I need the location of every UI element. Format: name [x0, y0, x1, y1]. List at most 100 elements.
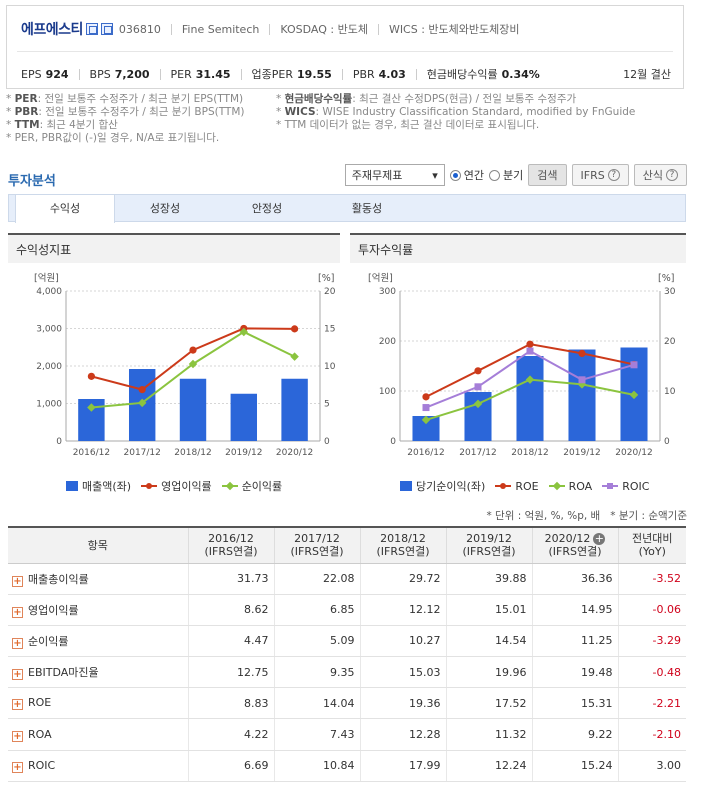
value-cell: 15.03	[359, 656, 446, 689]
legend-item-op-margin[interactable]: 영업이익률	[141, 478, 212, 494]
table-row: + 순이익률 4.47 5.09 10.27 14.54 11.25 -3.29	[8, 625, 686, 658]
unit-note: * 단위 : 억원, %, %p, 배 * 분기 : 순액기준	[486, 510, 687, 522]
right-tick-label: 5	[324, 400, 330, 410]
home-icon[interactable]	[85, 23, 98, 35]
profitability-chart: [억원] [%] 0 1,000 2,000 3,000 4,000 0 5 10 15 20 2016…	[34, 272, 336, 458]
tab-growth[interactable]: 성장성	[115, 195, 215, 222]
value-cell: 19.48	[531, 656, 618, 689]
x-tick-label: 2018/12	[174, 448, 211, 458]
right-tick-label: 20	[664, 337, 676, 347]
value-cell: 10.84	[273, 750, 360, 782]
building-icon[interactable]	[100, 23, 113, 35]
table-row: + ROA 4.22 7.43 12.28 11.32 9.22 -2.10	[8, 718, 686, 751]
value-cell: 3.00	[617, 750, 686, 782]
line-point	[290, 352, 299, 361]
expand-row-icon[interactable]: +	[12, 575, 23, 587]
x-tick-label: 2016/12	[73, 448, 110, 458]
radio-annual[interactable]: 연간	[449, 167, 485, 183]
bar	[179, 378, 207, 441]
expand-row-icon[interactable]: +	[12, 637, 23, 649]
bar	[281, 378, 308, 441]
divider	[170, 23, 172, 35]
expand-row-icon[interactable]: +	[12, 730, 23, 742]
expand-row-icon[interactable]: +	[12, 669, 23, 681]
table-row: + ROE 8.83 14.04 19.36 17.52 15.31 -2.21	[8, 687, 686, 720]
row-label: 매출총이익률	[28, 572, 89, 586]
line-point	[138, 386, 146, 394]
row-label-cell[interactable]: + ROIC	[8, 750, 188, 782]
note-line: * PER: 전일 보통주 수정주가 / 최근 분기 EPS(TTM)	[6, 93, 244, 105]
line-point	[291, 325, 299, 333]
right-tick-label: 10	[324, 362, 336, 372]
right-axis-unit: [%]	[318, 273, 334, 284]
x-tick-label: 2019/12	[563, 448, 600, 458]
ifrs-help-button[interactable]: IFRS?	[571, 164, 629, 186]
value-cell: 6.85	[273, 594, 360, 626]
row-label-cell[interactable]: + 순이익률	[8, 625, 188, 658]
value-cell: 19.36	[359, 687, 446, 720]
left-tick-label: 0	[390, 437, 396, 447]
value-cell: 17.52	[445, 687, 532, 720]
table-row: + 매출총이익률 31.73 22.08 29.72 39.88 36.36 -3.52	[8, 563, 686, 595]
metric-value: 0.34%	[501, 67, 540, 81]
expand-row-icon[interactable]: +	[12, 606, 23, 618]
legend-item-net-margin[interactable]: 순이익률	[221, 478, 282, 494]
formula-help-button[interactable]: 산식?	[633, 164, 687, 186]
table-row: + 영업이익률 8.62 6.85 12.12 15.01 14.95 -0.06	[8, 594, 686, 626]
legend-item-roa[interactable]: ROA	[548, 480, 592, 493]
profitability-table: 항목 2016/12 (IFRS연결) 2017/12 (IFRS연결) 2018/…	[8, 526, 686, 782]
panel-title: 투자수익률	[350, 233, 686, 263]
expand-row-icon[interactable]: +	[12, 761, 23, 773]
left-tick-label: 200	[379, 337, 396, 347]
value-cell: 14.04	[273, 687, 360, 720]
row-label-cell[interactable]: + 매출총이익률	[8, 563, 188, 595]
tab-activity[interactable]: 활동성	[317, 195, 417, 222]
line-point	[526, 340, 534, 348]
button-label: 산식	[642, 169, 663, 182]
radio-label: 연간	[463, 169, 485, 182]
table-header-row: 항목 2016/12 (IFRS연결) 2017/12 (IFRS연결) 2018/…	[8, 526, 686, 564]
statement-select[interactable]: 주재무제표 ▾	[344, 164, 445, 186]
metric-value: 4.03	[378, 67, 406, 81]
legend-item-roic[interactable]: ROIC	[602, 480, 649, 493]
right-tick-label: 30	[664, 287, 676, 297]
tab-stability[interactable]: 안정성	[217, 195, 317, 222]
value-cell: 12.12	[359, 594, 446, 626]
note-line: * TTM: 최근 4분기 합산	[6, 119, 118, 131]
value-cell: 15.01	[445, 594, 532, 626]
legend-item-sales[interactable]: 매출액(좌)	[66, 478, 131, 494]
metric-label: BPS	[89, 67, 111, 81]
value-cell: -0.06	[617, 594, 686, 626]
expand-row-icon[interactable]: +	[12, 699, 23, 711]
chevron-down-icon: ▾	[432, 168, 438, 182]
value-cell: 6.69	[187, 750, 274, 782]
value-cell: 7.43	[273, 718, 360, 751]
tab-profitability[interactable]: 수익성	[15, 194, 115, 223]
value-cell: 9.35	[273, 656, 360, 689]
row-label-cell[interactable]: + ROA	[8, 718, 188, 751]
row-label-cell[interactable]: + 영업이익률	[8, 594, 188, 626]
row-label-cell[interactable]: + ROE	[8, 687, 188, 720]
right-tick-label: 0	[664, 437, 670, 447]
wics-info: WICS : 반도체와반도체장비	[388, 23, 520, 36]
value-cell: -3.29	[617, 625, 686, 658]
value-cell: 14.54	[445, 625, 532, 658]
bar	[516, 356, 544, 441]
roi-chart-panel: 투자수익률 [억원] [%] 0 100 200 300 0 10 20 30 2016/12 201…	[350, 233, 686, 503]
row-label-cell[interactable]: + EBITDA마진율	[8, 656, 188, 689]
expand-columns-icon[interactable]: +	[593, 533, 606, 546]
radio-quarter[interactable]: 분기	[489, 167, 523, 183]
button-label: IFRS	[580, 168, 605, 182]
metric-label: PER	[170, 67, 192, 81]
right-tick-label: 15	[324, 325, 335, 335]
value-cell: 4.47	[187, 625, 274, 658]
divider	[415, 68, 417, 80]
legend-item-roe[interactable]: ROE	[495, 480, 539, 493]
english-name: Fine Semitech	[181, 22, 260, 36]
value-cell: 36.36	[531, 563, 618, 595]
search-button[interactable]: 검색	[528, 164, 567, 186]
legend-item-net-income[interactable]: 당기순이익(좌)	[400, 478, 485, 494]
value-cell: 14.95	[531, 594, 618, 626]
line-point	[422, 393, 430, 401]
value-cell: 15.31	[531, 687, 618, 720]
